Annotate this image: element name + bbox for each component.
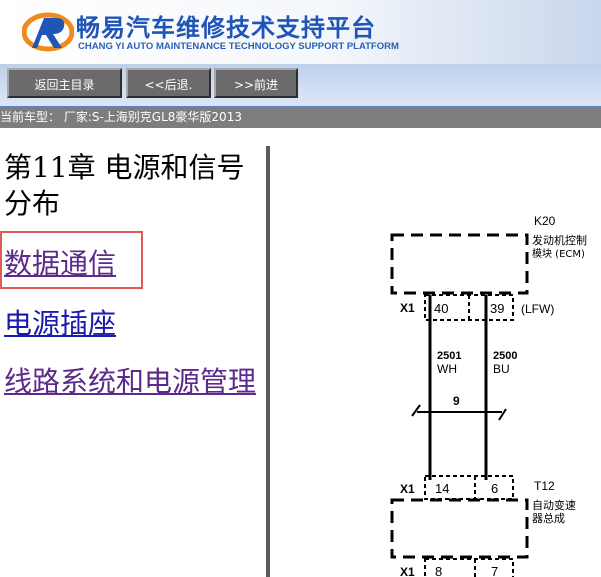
toc-link-wiring-power-management[interactable]: 线路系统和电源管理: [4, 364, 266, 400]
chapter-title: 第11章 电源和信号分布: [4, 151, 245, 220]
forward-button[interactable]: >>前进: [214, 68, 298, 98]
current-vehicle-text: 当前车型： 厂家:S-上海别克GL8豪华版2013: [0, 110, 242, 124]
current-vehicle-bar: 当前车型： 厂家:S-上海别克GL8豪华版2013: [0, 108, 601, 128]
toc-link-data-communication[interactable]: 数据通信: [4, 246, 116, 282]
k20-module-box: [390, 233, 529, 295]
x1-label-upper: X1: [400, 301, 415, 315]
wire-2501-color: WH: [437, 362, 457, 376]
k20-code: K20: [534, 214, 556, 228]
home-button[interactable]: 返回主目录: [7, 68, 122, 98]
x1-label-middle: X1: [400, 482, 415, 496]
brand-title-cn: 畅易汽车维修技术支持平台: [76, 14, 376, 42]
diagram-pane[interactable]: K20 发动机控制 模块 (ECM) X1 40 39 (LFW) 2501 W…: [270, 150, 601, 577]
pin-7: 7: [491, 564, 498, 577]
nav-toolbar: 返回主目录 <<后退. >>前进: [0, 64, 601, 108]
toc-pane[interactable]: 第11章 电源和信号分布 数据通信 电源插座 线路系统和电源管理: [0, 128, 266, 577]
back-button[interactable]: <<后退.: [126, 68, 211, 98]
wire-2500-color: BU: [493, 362, 510, 376]
k20-name-line1: 发动机控制: [532, 233, 587, 247]
t12-code: T12: [534, 479, 555, 493]
pin-40: 40: [434, 301, 448, 316]
brand-title-en: CHANG YI AUTO MAINTENANCE TECHNOLOGY SUP…: [78, 41, 399, 52]
twist-count: 9: [453, 394, 460, 408]
t12-name-line1: 自动变速: [532, 498, 576, 512]
wire-2500-label: 2500: [493, 350, 517, 362]
k20-name-line2: 模块 (ECM): [532, 248, 585, 260]
toc-link-power-outlets[interactable]: 电源插座: [4, 306, 116, 342]
t12-module-box: [390, 498, 529, 559]
pin-14: 14: [435, 481, 449, 496]
chang-yi-logo-icon: [22, 12, 74, 52]
pin-39: 39: [490, 301, 504, 316]
wiring-diagram: K20 发动机控制 模块 (ECM) X1 40 39 (LFW) 2501 W…: [390, 214, 587, 577]
wire-2501-label: 2501: [437, 350, 461, 362]
app-header: 畅易汽车维修技术支持平台 CHANG YI AUTO MAINTENANCE T…: [0, 0, 601, 64]
t12-name-line2: 器总成: [532, 511, 565, 525]
pin-6: 6: [491, 481, 498, 496]
x1-label-lower: X1: [400, 565, 415, 577]
lfw-label: (LFW): [521, 302, 554, 316]
pin-8: 8: [435, 564, 442, 577]
